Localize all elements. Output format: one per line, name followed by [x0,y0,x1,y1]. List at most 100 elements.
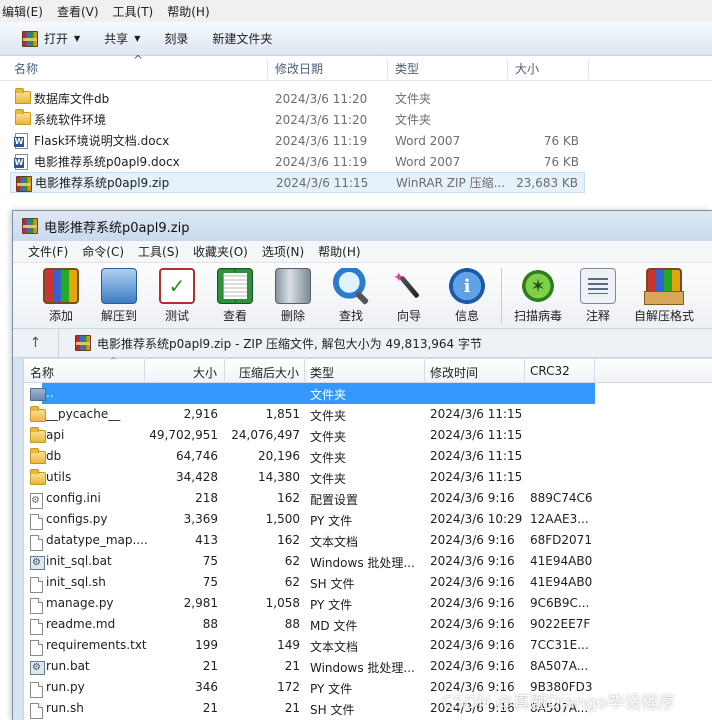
test-button[interactable]: 测试 [149,263,205,324]
cell-crc32: 12AAE3... [530,512,589,526]
up-one-level-button[interactable]: ↑ [13,328,59,358]
column-size[interactable]: 大小 [515,60,539,77]
column-type[interactable]: 类型 [395,60,419,77]
cell-modified: 2024/3/6 11:15 [430,449,523,463]
cell-modified: 2024/3/6 9:16 [430,533,515,547]
cell-size: 218 [195,491,218,505]
table-row[interactable]: readme.md 88 88 MD 文件 2024/3/6 9:16 9022EE7F [24,614,712,635]
menu-options[interactable]: 选项(N) [262,243,304,260]
cell-size: 75 [202,575,218,589]
cell-type: 文本文档 [310,535,359,549]
cell-modified: 2024/3/6 9:16 [430,638,515,652]
cell-name: requirements.txt [46,638,147,652]
word-doc-icon [14,154,28,173]
cell-packed-size: 21 [284,659,300,673]
cell-type: 文件夹 [310,451,347,465]
new-folder-button[interactable]: 新建文件夹 [212,30,272,47]
menu-view[interactable]: 查看(V) [57,3,105,20]
cell-type: 文件夹 [310,409,347,423]
new-folder-label: 新建文件夹 [212,32,273,46]
cell-name: run.py [46,680,85,694]
menu-tools[interactable]: 工具(S) [138,243,179,260]
view-button[interactable]: 查看 [207,263,263,324]
burn-label: 刻录 [164,32,189,46]
info-icon [449,268,485,304]
column-name[interactable]: 名称 [30,364,54,381]
find-button[interactable]: 查找 [323,263,379,324]
sfx-button[interactable]: 自解压格式 [628,263,700,324]
menu-commands[interactable]: 命令(C) [82,243,124,260]
column-modified[interactable]: 修改时间 [430,364,478,381]
path-bar: ↑ 电影推荐系统p0apl9.zip - ZIP 压缩文件, 解包大小为 49,… [13,328,712,358]
cell-packed-size: 1,500 [265,512,300,526]
cell-packed-size: 162 [277,533,300,547]
comment-button[interactable]: 注释 [570,263,626,324]
table-row[interactable]: manage.py 2,981 1,058 PY 文件 2024/3/6 9:16 9C6… [24,593,712,614]
table-row[interactable]: config.ini 218 162 配置设置 2024/3/6 9:16 889C74C… [24,488,712,509]
list-item-selected[interactable]: 电影推荐系统p0apl9.zip 2024/3/6 11:15 WinRAR Z… [10,172,585,193]
cell-packed-size: 62 [284,575,300,589]
menu-help[interactable]: 帮助(H) [318,243,360,260]
list-item[interactable]: 系统软件环境 2024/3/6 11:20 文件夹 [10,109,585,130]
menu-help[interactable]: 帮助(H) [167,3,215,20]
menu-favorites[interactable]: 收藏夹(O) [193,243,248,260]
arrow-up-icon: ↑ [29,335,42,351]
table-row[interactable]: db 64,746 20,196 文件夹 2024/3/6 11:15 [24,446,712,467]
cell-name: readme.md [46,617,116,631]
open-button[interactable]: 打开 ▼ [22,30,80,47]
table-row[interactable]: datatype_map.... 413 162 文本文档 2024/3/6 9:16 6… [24,530,712,551]
table-row[interactable]: run.bat 21 21 Windows 批处理... 2024/3/6 9:16 8A… [24,656,712,677]
table-row[interactable]: requirements.txt 199 149 文本文档 2024/3/6 9:16 7… [24,635,712,656]
column-date[interactable]: 修改日期 [275,60,323,77]
column-packed-size[interactable]: 压缩后大小 [239,364,299,381]
table-row[interactable]: init_sql.sh 75 62 SH 文件 2024/3/6 9:16 41E94AB… [24,572,712,593]
winrar-title-bar[interactable]: 电影推荐系统p0apl9.zip [13,211,712,241]
column-crc32[interactable]: CRC32 [530,364,570,378]
table-row[interactable]: api 49,702,951 24,076,497 文件夹 2024/3/6 11:15 [24,425,712,446]
menu-tools[interactable]: 工具(T) [113,3,160,20]
cell-name: api [46,428,65,442]
column-name[interactable]: 名称 [14,60,38,77]
cell-size: 346 [195,680,218,694]
table-row[interactable]: utils 34,428 14,380 文件夹 2024/3/6 11:15 [24,467,712,488]
cell-modified: 2024/3/6 10:29 [430,512,523,526]
add-button[interactable]: 添加 [33,263,89,324]
cell-modified: 2024/3/6 11:15 [430,428,523,442]
cell-type: 文件夹 [310,388,347,402]
cell-size: 3,369 [183,512,218,526]
winrar-window: 电影推荐系统p0apl9.zip 文件(F) 命令(C) 工具(S) 收藏夹(O… [12,210,712,720]
cell-size: 2,981 [183,596,218,610]
explorer-menubar: 编辑(E) 查看(V) 工具(T) 帮助(H) [0,0,712,22]
chevron-down-icon: ▼ [74,34,81,43]
list-item[interactable]: Flask环境说明文档.docx 2024/3/6 11:19 Word 200… [10,130,585,151]
winrar-archive-icon [22,30,38,47]
cell-size: 75 [202,554,218,568]
archive-file-list: ^ 名称 大小 压缩后大小 类型 修改时间 CRC32 .. 文件夹 __pycac… [23,356,712,720]
cell-size: 2,916 [183,407,218,421]
sort-up-icon: ^ [110,356,117,365]
menu-file[interactable]: 文件(F) [28,243,68,260]
extract-to-button[interactable]: 解压到 [91,263,147,324]
list-item[interactable]: 数据库文件db 2024/3/6 11:20 文件夹 [10,88,585,109]
table-row[interactable]: __pycache__ 2,916 1,851 文件夹 2024/3/6 11:15 [24,404,712,425]
menu-edit[interactable]: 编辑(E) [2,3,49,20]
virus-scan-button[interactable]: 扫描病毒 [508,263,568,324]
cell-crc32: 889C74C6 [530,491,593,505]
column-size[interactable]: 大小 [193,364,217,381]
table-row[interactable]: init_sql.bat 75 62 Windows 批处理... 2024/3/6 9… [24,551,712,572]
column-type[interactable]: 类型 [310,364,334,381]
burn-button[interactable]: 刻录 [164,30,188,47]
cell-size: 413 [195,533,218,547]
table-row[interactable]: configs.py 3,369 1,500 PY 文件 2024/3/6 10:29 1… [24,509,712,530]
cell-modified: 2024/3/6 9:16 [430,575,515,589]
delete-icon [275,268,311,304]
winrar-archive-icon [75,335,91,351]
archive-path[interactable]: 电影推荐系统p0apl9.zip - ZIP 压缩文件, 解包大小为 49,81… [75,335,482,352]
list-item[interactable]: 电影推荐系统p0apl9.docx 2024/3/6 11:19 Word 20… [10,151,585,172]
share-button[interactable]: 共享 ▼ [104,30,140,47]
cell-type: PY 文件 [310,598,353,612]
delete-button[interactable]: 删除 [265,263,321,324]
table-row-selected[interactable]: .. 文件夹 [24,383,712,404]
wizard-button[interactable]: 向导 [381,263,437,324]
info-button[interactable]: 信息 [439,263,495,324]
